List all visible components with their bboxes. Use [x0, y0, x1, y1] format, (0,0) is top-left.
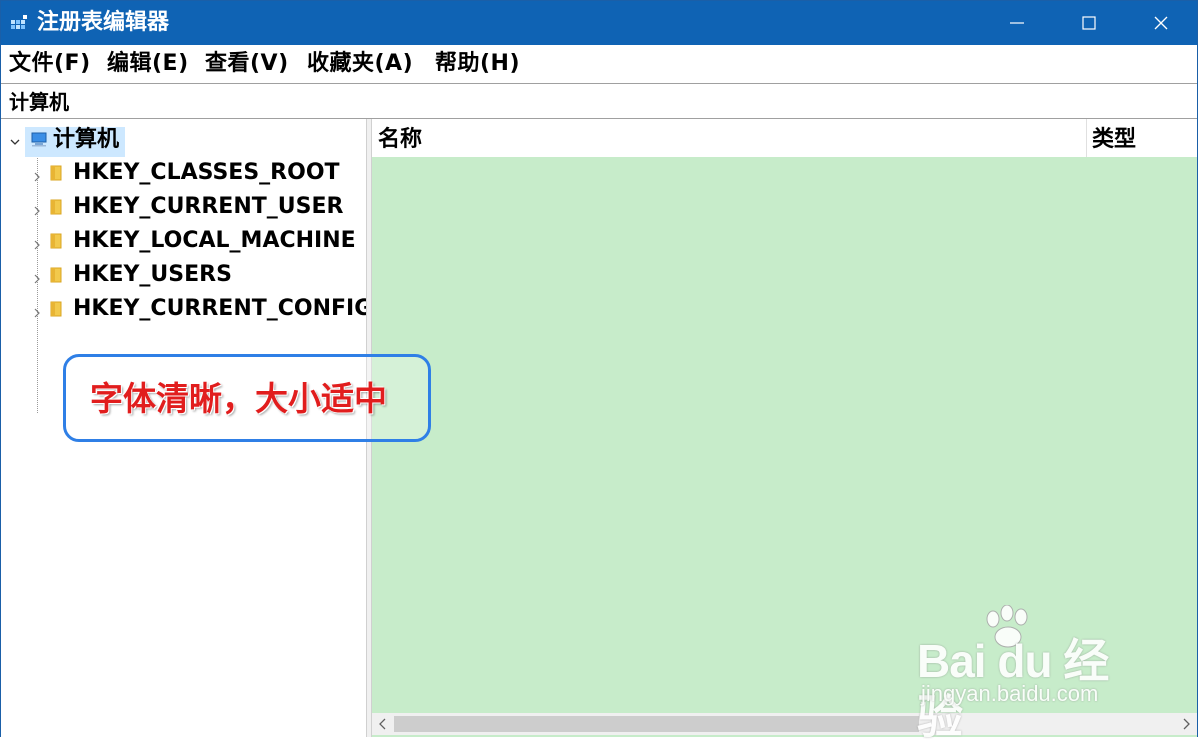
maximize-button[interactable]	[1053, 1, 1125, 45]
scrollbar-thumb[interactable]	[394, 716, 919, 732]
tree-root-computer[interactable]: 计算机	[1, 123, 366, 157]
chevron-right-icon[interactable]	[31, 270, 43, 284]
title-bar[interactable]: 注册表编辑器	[1, 1, 1197, 45]
chevron-right-icon[interactable]	[31, 168, 43, 182]
maximize-icon	[1082, 16, 1096, 30]
regedit-app-icon	[11, 14, 29, 32]
annotation-text: 字体清晰，大小适中	[90, 379, 387, 418]
menu-file[interactable]: 文件(F)	[9, 49, 91, 79]
chevron-right-icon[interactable]	[31, 304, 43, 318]
annotation-callout: 字体清晰，大小适中	[63, 354, 431, 442]
chevron-right-icon[interactable]	[31, 202, 43, 216]
menu-help[interactable]: 帮助(H)	[435, 49, 520, 79]
folder-icon	[49, 301, 63, 317]
menu-edit[interactable]: 编辑(E)	[107, 49, 189, 79]
folder-icon	[49, 233, 63, 249]
folder-icon	[49, 267, 63, 283]
menu-favorites[interactable]: 收藏夹(A)	[307, 49, 413, 79]
address-bar[interactable]: 计算机	[1, 83, 1197, 119]
baidu-jingyan-watermark: Bai du 经验 jingyan.baidu.com	[917, 601, 1137, 743]
minimize-button[interactable]	[981, 1, 1053, 45]
watermark-url: jingyan.baidu.com	[921, 681, 1099, 706]
registry-editor-window: 注册表编辑器 文件(F) 编辑(E) 查看(V) 收藏夹(A) 帮助(H) 计算…	[0, 0, 1198, 743]
tree-label: HKEY_CLASSES_ROOT	[73, 160, 340, 185]
scroll-right-icon[interactable]	[1175, 713, 1197, 735]
tree-item-hkey-current-config[interactable]: HKEY_CURRENT_CONFIG	[1, 293, 366, 327]
chevron-right-icon[interactable]	[31, 236, 43, 250]
menu-bar: 文件(F) 编辑(E) 查看(V) 收藏夹(A) 帮助(H)	[1, 45, 1197, 83]
tree-label-computer: 计算机	[53, 127, 120, 152]
close-button[interactable]	[1125, 1, 1197, 45]
column-header-name[interactable]: 名称	[378, 125, 422, 155]
computer-icon	[29, 131, 49, 147]
address-path[interactable]: 计算机	[9, 88, 69, 116]
tree-item-hkey-classes-root[interactable]: HKEY_CLASSES_ROOT	[1, 157, 366, 191]
folder-icon	[49, 165, 63, 181]
chevron-down-icon[interactable]	[9, 133, 21, 145]
window-title: 注册表编辑器	[37, 10, 170, 35]
menu-view[interactable]: 查看(V)	[205, 49, 289, 79]
scroll-left-icon[interactable]	[372, 713, 394, 735]
tree-label: HKEY_CURRENT_USER	[73, 194, 344, 219]
column-divider[interactable]	[1086, 119, 1087, 157]
tree-item-hkey-local-machine[interactable]: HKEY_LOCAL_MACHINE	[1, 225, 366, 259]
tree-label: HKEY_CURRENT_CONFIG	[73, 296, 366, 321]
tree-item-hkey-users[interactable]: HKEY_USERS	[1, 259, 366, 293]
tree-label: HKEY_USERS	[73, 262, 232, 287]
tree-label: HKEY_LOCAL_MACHINE	[73, 228, 356, 253]
column-header-bar: 名称 类型	[372, 119, 1197, 157]
minimize-icon	[1010, 22, 1024, 24]
tree-item-hkey-current-user[interactable]: HKEY_CURRENT_USER	[1, 191, 366, 225]
close-icon	[1154, 16, 1168, 30]
column-header-type[interactable]: 类型	[1092, 125, 1136, 155]
folder-icon	[49, 199, 63, 215]
